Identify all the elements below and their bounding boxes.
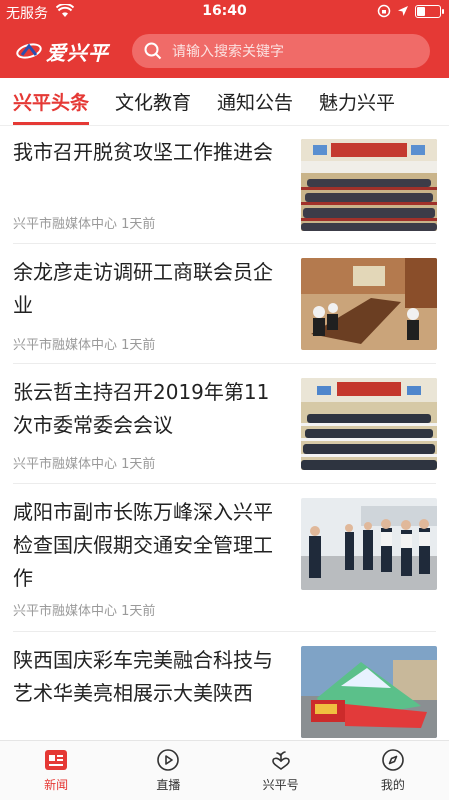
- app-header: 爱兴平 请输入搜索关键字: [0, 24, 449, 78]
- news-source: 兴平市融媒体中心: [13, 217, 118, 232]
- tab-culture-education[interactable]: 文化教育: [115, 88, 191, 115]
- news-item[interactable]: 陕西国庆彩车完美融合科技与艺术华美亮相展示大美陕西: [0, 632, 449, 740]
- status-bar: 无服务 16:40: [0, 0, 449, 24]
- news-title: 咸阳市副市长陈万峰深入兴平检查国庆假期交通安全管理工作: [13, 500, 273, 590]
- status-icons: [377, 4, 444, 18]
- nav-mine[interactable]: 我的: [337, 741, 449, 800]
- news-item[interactable]: 余龙彦走访调研工商联会员企业 兴平市融媒体中心 1天前: [0, 244, 449, 364]
- news-time: 1天前: [121, 217, 156, 232]
- news-meta: 兴平市融媒体中心 1天前: [13, 453, 155, 472]
- news-meta: 兴平市融媒体中心 1天前: [13, 600, 155, 619]
- news-icon: [45, 750, 68, 770]
- news-time: 1天前: [121, 457, 156, 472]
- search-placeholder: 请输入搜索关键字: [172, 44, 284, 60]
- tab-charm-xingping[interactable]: 魅力兴平: [319, 88, 395, 115]
- play-icon: [157, 749, 180, 771]
- news-item[interactable]: 咸阳市副市长陈万峰深入兴平检查国庆假期交通安全管理工作 兴平市融媒体中心 1天前: [0, 484, 449, 632]
- nav-xingping-hao-label: 兴平号: [262, 778, 299, 792]
- news-title: 陕西国庆彩车完美融合科技与艺术华美亮相展示大美陕西: [13, 648, 273, 705]
- tab-notices[interactable]: 通知公告: [217, 88, 293, 115]
- news-title: 张云哲主持召开2019年第11次市委常委会会议: [13, 380, 270, 437]
- news-thumbnail: [301, 498, 437, 590]
- news-thumbnail: [301, 139, 437, 231]
- brand-name: 爱兴平: [46, 40, 109, 65]
- news-title: 我市召开脱贫攻坚工作推进会: [13, 140, 273, 164]
- nav-live-label: 直播: [156, 778, 181, 792]
- news-thumbnail: [301, 646, 437, 738]
- news-list: 我市召开脱贫攻坚工作推进会 兴平市融媒体中心 1天前 余龙彦走访调研工商联会员企…: [0, 126, 449, 740]
- news-item[interactable]: 张云哲主持召开2019年第11次市委常委会会议 兴平市融媒体中心 1天前: [0, 364, 449, 484]
- nav-news-label: 新闻: [44, 778, 69, 792]
- battery-icon: [415, 4, 444, 18]
- news-source: 兴平市融媒体中心: [13, 604, 118, 619]
- rotation-lock-icon: [377, 4, 391, 18]
- news-time: 1天前: [121, 604, 156, 619]
- news-source: 兴平市融媒体中心: [13, 338, 118, 353]
- bottom-nav: 新闻 直播 兴平号 我的: [0, 740, 449, 800]
- logo-mark-icon: [16, 43, 42, 59]
- heart-sprout-icon: [271, 751, 290, 770]
- news-time: 1天前: [121, 338, 156, 353]
- news-title: 余龙彦走访调研工商联会员企业: [13, 260, 273, 317]
- news-thumbnail: [301, 378, 437, 470]
- compass-icon: [382, 749, 404, 771]
- search-bar[interactable]: 请输入搜索关键字: [132, 34, 430, 68]
- tab-headlines[interactable]: 兴平头条: [13, 88, 90, 125]
- news-thumbnail: [301, 258, 437, 350]
- nav-mine-label: 我的: [380, 778, 405, 792]
- search-icon: [144, 42, 162, 60]
- nav-news[interactable]: 新闻: [0, 741, 112, 800]
- location-icon: [398, 6, 408, 16]
- news-meta: 兴平市融媒体中心 1天前: [13, 213, 155, 232]
- nav-live[interactable]: 直播: [112, 741, 224, 800]
- news-source: 兴平市融媒体中心: [13, 457, 118, 472]
- app-logo[interactable]: 爱兴平: [16, 36, 109, 66]
- news-meta: 兴平市融媒体中心 1天前: [13, 334, 155, 353]
- nav-xingping-hao[interactable]: 兴平号: [225, 741, 337, 800]
- category-tabs: 兴平头条 文化教育 通知公告 魅力兴平: [0, 78, 449, 126]
- news-item[interactable]: 我市召开脱贫攻坚工作推进会 兴平市融媒体中心 1天前: [0, 126, 449, 244]
